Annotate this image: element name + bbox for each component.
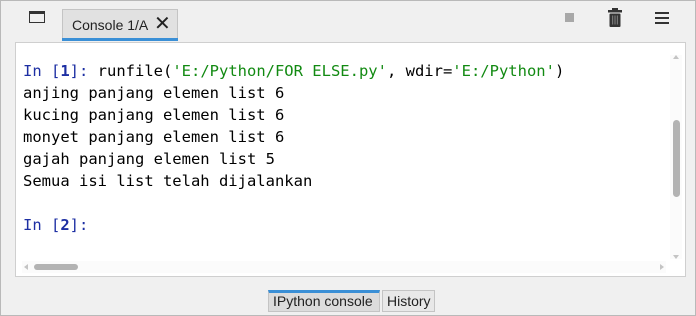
tab-console[interactable]: Console 1/A ✕ <box>62 9 178 40</box>
menu-icon[interactable] <box>655 12 669 24</box>
output-line: monyet panjang elemen list 6 <box>23 128 285 146</box>
prompt-label: In [ <box>23 62 61 80</box>
stop-icon[interactable] <box>565 13 574 22</box>
tab-history[interactable]: History <box>382 290 435 312</box>
string-literal: 'E:/Python/FOR ELSE.py' <box>172 62 387 80</box>
trash-icon[interactable] <box>608 8 622 27</box>
horizontal-scrollbar[interactable] <box>22 261 666 273</box>
string-literal: 'E:/Python' <box>452 62 555 80</box>
code-text: runfile( <box>97 62 173 80</box>
prompt-line-1: In [1]: runfile('E:/Python/FOR ELSE.py',… <box>23 62 564 80</box>
scroll-up-icon[interactable] <box>673 55 679 59</box>
scroll-left-icon[interactable] <box>24 264 28 270</box>
console-output: In [1]: runfile('E:/Python/FOR ELSE.py',… <box>23 60 564 236</box>
prompt-line-2[interactable]: In [2]: <box>23 216 88 234</box>
code-text: , wdir= <box>386 62 453 80</box>
prompt-number: 2 <box>60 216 70 234</box>
horizontal-scroll-thumb[interactable] <box>34 264 78 270</box>
tab-console-label: Console 1/A <box>72 17 149 33</box>
scroll-down-icon[interactable] <box>673 255 679 259</box>
code-text: ) <box>554 62 565 80</box>
prompt-number: 1 <box>60 62 70 80</box>
tab-active-indicator <box>62 38 178 41</box>
output-line: anjing panjang elemen list 6 <box>23 84 285 102</box>
tab-ipython-console[interactable]: IPython console <box>268 290 380 312</box>
prompt-label: In [ <box>23 216 61 234</box>
vertical-scroll-thumb[interactable] <box>673 120 680 197</box>
output-line: kucing panjang elemen list 6 <box>23 106 285 124</box>
vertical-scrollbar[interactable] <box>670 55 682 259</box>
output-line: Semua isi list telah dijalankan <box>23 172 313 190</box>
prompt-end: ]: <box>69 216 89 234</box>
output-line: gajah panjang elemen list 5 <box>23 150 275 168</box>
prompt-end: ]: <box>69 62 98 80</box>
scroll-right-icon[interactable] <box>660 264 664 270</box>
window-icon[interactable] <box>29 11 45 23</box>
close-icon[interactable]: ✕ <box>154 12 171 36</box>
console-pane[interactable]: In [1]: runfile('E:/Python/FOR ELSE.py',… <box>15 42 686 277</box>
